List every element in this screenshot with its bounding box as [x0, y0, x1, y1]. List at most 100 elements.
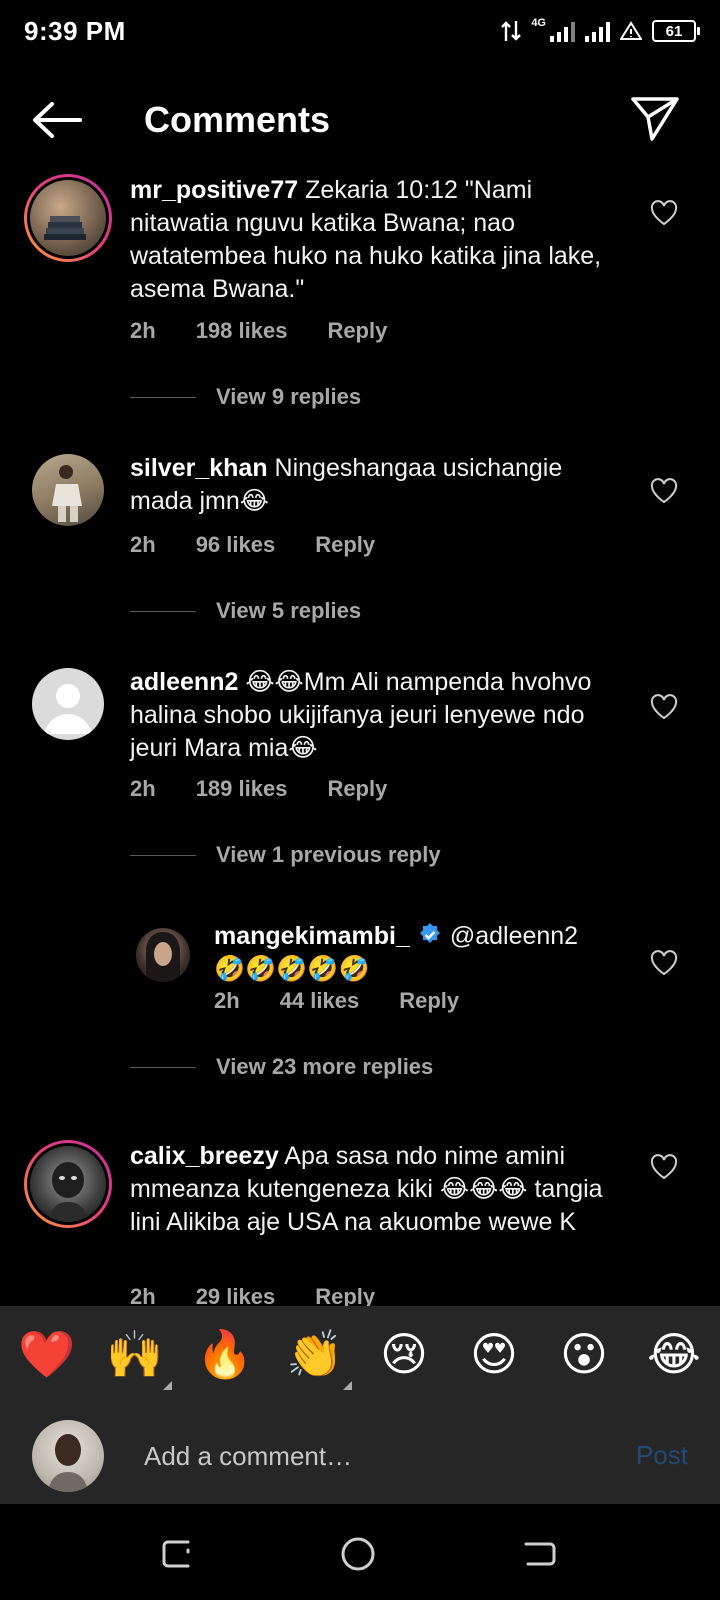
- person-photo: [52, 465, 82, 522]
- battery-level: 61: [665, 22, 683, 40]
- post-button[interactable]: Post: [636, 1440, 688, 1471]
- alert-icon: [620, 21, 642, 40]
- crying-emoji-button[interactable]: 😢: [376, 1326, 432, 1382]
- reply-button[interactable]: Reply: [315, 532, 375, 558]
- comment-meta: 2h 198 likes Reply: [130, 318, 387, 344]
- surprised-emoji-button[interactable]: 😮: [556, 1326, 612, 1382]
- view-replies-label: View 9 replies: [216, 384, 362, 409]
- comment-time: 2h: [214, 988, 240, 1013]
- comment-text: adleenn2 😂😂Mm Ali nampenda hvohvo halina…: [130, 666, 610, 765]
- heart-emoji-button[interactable]: ❤️: [18, 1326, 75, 1382]
- comment-text: mangekimambi_ @adleenn2 🤣🤣🤣🤣🤣: [214, 920, 614, 986]
- comment-input[interactable]: [144, 1436, 584, 1476]
- data-transfer-icon: [501, 21, 522, 41]
- comment-item: mr_positive77 Zekaria 10:12 "Nami nitawa…: [0, 168, 720, 418]
- like-heart-icon[interactable]: [650, 478, 678, 504]
- comment-time: 2h: [130, 776, 156, 801]
- comment-item: adleenn2 😂😂Mm Ali nampenda hvohvo halina…: [0, 668, 720, 908]
- fire-emoji-button[interactable]: 🔥: [196, 1326, 253, 1382]
- view-replies-button[interactable]: View 1 previous reply: [130, 842, 441, 868]
- comment-username[interactable]: silver_khan: [130, 454, 268, 482]
- home-icon[interactable]: [338, 1534, 378, 1574]
- comments-list[interactable]: mr_positive77 Zekaria 10:12 "Nami nitawa…: [0, 168, 720, 1306]
- signal-2-icon: [585, 20, 610, 42]
- like-heart-icon[interactable]: [650, 200, 678, 226]
- skin-tone-indicator: [163, 1381, 172, 1390]
- system-nav-bar: [0, 1504, 720, 1600]
- avatar[interactable]: [32, 454, 104, 526]
- books-photo: [44, 216, 86, 240]
- avatar[interactable]: [32, 668, 104, 740]
- raised-hands-emoji: 🙌: [106, 1327, 164, 1381]
- skin-tone-indicator: [343, 1381, 352, 1390]
- back-nav-icon[interactable]: [520, 1534, 560, 1574]
- comment-likes[interactable]: 44 likes: [280, 988, 360, 1014]
- raised-hands-emoji-button[interactable]: 🙌: [106, 1326, 172, 1390]
- reply-button[interactable]: Reply: [327, 318, 387, 344]
- like-heart-icon[interactable]: [650, 950, 678, 976]
- comment-likes[interactable]: 198 likes: [196, 318, 288, 344]
- reply-item: mangekimambi_ @adleenn2 🤣🤣🤣🤣🤣 2h 44 like…: [0, 922, 720, 1108]
- avatar[interactable]: [136, 928, 190, 982]
- status-bar: 9:39 PM 4G 61: [0, 0, 720, 64]
- view-replies-label: View 23 more replies: [216, 1054, 434, 1079]
- laughing-emoji-button[interactable]: 😂: [646, 1326, 702, 1382]
- reply-button[interactable]: Reply: [399, 988, 459, 1014]
- network-type: 4G: [531, 17, 546, 29]
- child-photo: [48, 1162, 88, 1222]
- reply-button[interactable]: Reply: [315, 1284, 375, 1306]
- comment-item: calix_breezy Apa sasa ndo nime amini mme…: [0, 1140, 720, 1306]
- view-replies-button[interactable]: View 23 more replies: [130, 1054, 433, 1080]
- verified-badge-icon: [419, 923, 440, 943]
- header: Comments: [0, 84, 720, 156]
- avatar[interactable]: [24, 174, 112, 262]
- comment-text: mr_positive77 Zekaria 10:12 "Nami nitawa…: [130, 174, 610, 306]
- comment-meta: 2h 29 likes Reply: [130, 1284, 375, 1306]
- comment-username[interactable]: mangekimambi_: [214, 922, 410, 950]
- signal-1-icon: [550, 20, 575, 42]
- reply-button[interactable]: Reply: [327, 776, 387, 802]
- clap-emoji: 👏: [286, 1327, 344, 1381]
- page-title: Comments: [144, 99, 331, 140]
- comment-meta: 2h 44 likes Reply: [214, 988, 459, 1014]
- comment-likes[interactable]: 29 likes: [196, 1284, 276, 1306]
- comment-likes[interactable]: 189 likes: [196, 776, 288, 802]
- my-avatar: [32, 1420, 104, 1492]
- like-heart-icon[interactable]: [650, 1154, 678, 1180]
- quick-reactions-bar: ❤️ 🙌 🔥 👏 😢 😍 😮 😂: [0, 1306, 720, 1410]
- comment-composer: Post: [0, 1410, 720, 1504]
- default-avatar-icon: [44, 684, 92, 734]
- status-icons: 4G 61: [501, 16, 700, 46]
- comment-time: 2h: [130, 1284, 156, 1306]
- battery-icon: 61: [652, 20, 700, 42]
- comment-time: 2h: [130, 532, 156, 557]
- comment-username[interactable]: adleenn2: [130, 668, 238, 696]
- comment-likes[interactable]: 96 likes: [196, 532, 276, 558]
- clap-emoji-button[interactable]: 👏: [286, 1326, 352, 1390]
- view-replies-button[interactable]: View 9 replies: [130, 384, 361, 410]
- divider-line: [130, 854, 196, 856]
- comment-text: silver_khan Ningeshangaa usichangie mada…: [130, 452, 610, 518]
- recent-apps-icon[interactable]: [158, 1534, 198, 1574]
- view-replies-label: View 1 previous reply: [216, 842, 441, 867]
- view-replies-button[interactable]: View 5 replies: [130, 598, 361, 624]
- comment-time: 2h: [130, 318, 156, 343]
- send-icon[interactable]: [630, 96, 680, 142]
- divider-line: [130, 1066, 196, 1068]
- divider-line: [130, 396, 196, 398]
- profile-photo: [48, 1434, 88, 1492]
- avatar[interactable]: [24, 1140, 112, 1228]
- like-heart-icon[interactable]: [650, 694, 678, 720]
- comment-text: calix_breezy Apa sasa ndo nime amini mme…: [130, 1140, 610, 1239]
- divider-line: [130, 610, 196, 612]
- comment-meta: 2h 96 likes Reply: [130, 532, 375, 558]
- heart-eyes-emoji-button[interactable]: 😍: [466, 1326, 522, 1382]
- comment-username[interactable]: mr_positive77: [130, 176, 298, 204]
- view-replies-label: View 5 replies: [216, 598, 362, 623]
- woman-photo: [146, 932, 180, 982]
- status-time: 9:39 PM: [24, 16, 126, 46]
- back-arrow-icon[interactable]: [30, 100, 82, 140]
- comment-meta: 2h 189 likes Reply: [130, 776, 387, 802]
- comment-item: silver_khan Ningeshangaa usichangie mada…: [0, 452, 720, 662]
- comment-username[interactable]: calix_breezy: [130, 1142, 279, 1170]
